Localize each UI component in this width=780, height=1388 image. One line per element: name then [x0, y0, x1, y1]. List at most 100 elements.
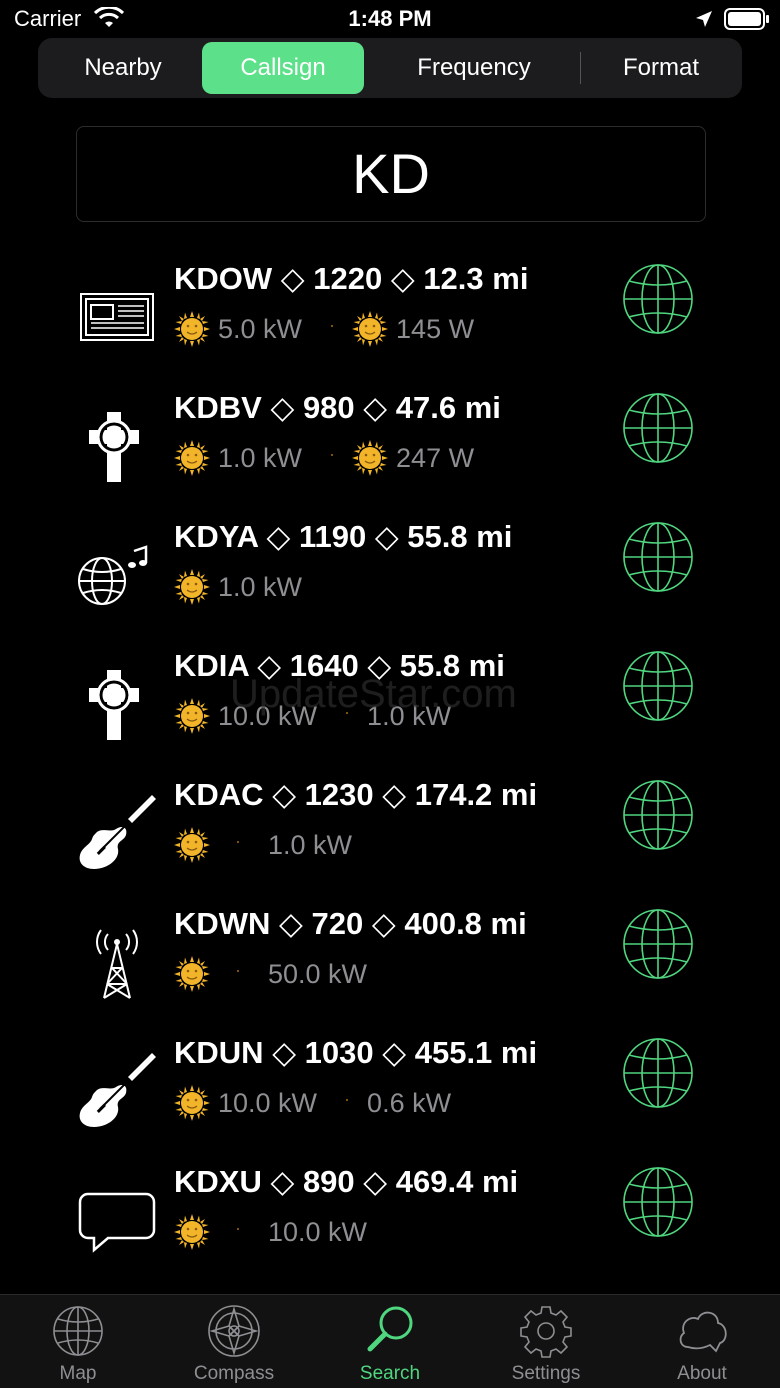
sun-icon — [174, 1085, 210, 1121]
clock: 1:48 PM — [348, 6, 432, 31]
magnifier-icon — [367, 1306, 413, 1352]
globe-icon[interactable] — [622, 1037, 694, 1109]
globe-icon[interactable] — [622, 392, 694, 464]
distance: 174.2 mi — [414, 777, 538, 812]
frequency: 720 — [311, 906, 364, 941]
power-info: 5.0 kW 145 W — [174, 311, 474, 347]
separator: ◇ — [363, 390, 388, 425]
separator: ◇ — [266, 519, 291, 554]
separator: ◇ — [382, 777, 407, 812]
separator: ◇ — [270, 1164, 295, 1199]
station-title: KDOW ◇ 1220 ◇ 12.3 mi — [174, 261, 528, 297]
night-power: 145 W — [396, 313, 475, 344]
segment-nearby[interactable]: Nearby — [44, 42, 202, 94]
night-power: 247 W — [396, 442, 475, 473]
station-row-kdwn[interactable]: KDWN ◇ 720 ◇ 400.8 mi 50.0 kW — [0, 900, 780, 1029]
tab-compass[interactable]: Compass — [156, 1295, 312, 1388]
tab-map[interactable]: Map — [0, 1295, 156, 1388]
station-title: KDAC ◇ 1230 ◇ 174.2 mi — [174, 777, 537, 813]
guitar-icon — [76, 793, 158, 875]
station-title: KDXU ◇ 890 ◇ 469.4 mi — [174, 1164, 518, 1200]
globe-icon — [53, 1306, 103, 1356]
tab-label: Compass — [193, 1363, 275, 1384]
tab-bar: Map Compass Search Settings About — [0, 1294, 780, 1388]
day-power: 1.0 kW — [218, 442, 303, 473]
power-info: 50.0 kW — [174, 956, 367, 992]
moon-icon — [316, 440, 344, 476]
separator: ◇ — [390, 261, 415, 296]
callsign: KDAC — [174, 777, 264, 812]
battery-icon — [724, 8, 769, 30]
tab-about[interactable]: About — [624, 1295, 780, 1388]
search-mode-segmented-control: Nearby Callsign Frequency Format — [38, 38, 742, 98]
status-bar: Carrier 1:48 PM — [0, 0, 780, 40]
station-row-kdac[interactable]: KDAC ◇ 1230 ◇ 174.2 mi 1.0 kW — [0, 771, 780, 900]
sun-icon — [174, 1214, 210, 1250]
guitar-icon — [76, 1051, 158, 1133]
sun-icon — [174, 311, 210, 347]
radio-tower-icon — [76, 922, 158, 1004]
tab-settings[interactable]: Settings — [468, 1295, 624, 1388]
globe-icon[interactable] — [622, 521, 694, 593]
segment-divider — [580, 52, 581, 84]
callsign: KDXU — [174, 1164, 262, 1199]
tab-label: About — [677, 1363, 727, 1384]
callsign: KDOW — [174, 261, 273, 296]
separator: ◇ — [272, 1035, 297, 1070]
station-row-kdxu[interactable]: KDXU ◇ 890 ◇ 469.4 mi 10.0 kW — [0, 1158, 780, 1287]
moon-icon — [222, 1214, 250, 1250]
day-night-power: 1.0 kW — [268, 829, 353, 860]
globe-icon[interactable] — [622, 1166, 694, 1238]
day-night-power: 50.0 kW — [268, 958, 368, 989]
power-info: 10.0 kW 0.6 kW — [174, 1085, 451, 1121]
segment-callsign[interactable]: Callsign — [202, 42, 364, 94]
day-power: 5.0 kW — [218, 313, 303, 344]
station-title: KDUN ◇ 1030 ◇ 455.1 mi — [174, 1035, 537, 1071]
separator: ◇ — [382, 1035, 407, 1070]
globe-icon[interactable] — [622, 263, 694, 335]
distance: 47.6 mi — [395, 390, 501, 425]
separator: ◇ — [279, 906, 303, 941]
moon-icon — [316, 311, 344, 347]
callsign-search-input[interactable]: KD — [76, 126, 706, 222]
station-row-kdun[interactable]: KDUN ◇ 1030 ◇ 455.1 mi 10.0 kW 0.6 kW — [0, 1029, 780, 1158]
sun-icon — [174, 569, 210, 605]
night-power: 0.6 kW — [367, 1087, 452, 1118]
callsign: KDBV — [174, 390, 262, 425]
frequency: 1030 — [304, 1035, 374, 1070]
globe-icon[interactable] — [622, 908, 694, 980]
segment-frequency[interactable]: Frequency — [378, 42, 570, 94]
segment-format[interactable]: Format — [584, 42, 738, 94]
frequency: 890 — [302, 1164, 355, 1199]
sun-icon — [352, 311, 388, 347]
globe-icon[interactable] — [622, 650, 694, 722]
separator: ◇ — [270, 390, 295, 425]
religious-cross-icon — [76, 664, 158, 746]
callsign: KDUN — [174, 1035, 264, 1070]
callsign: KDYA — [174, 519, 258, 554]
distance: 12.3 mi — [423, 261, 529, 296]
sun-icon — [174, 440, 210, 476]
talk-bubble-icon — [76, 1180, 158, 1262]
day-power: 1.0 kW — [218, 571, 303, 602]
distance: 55.8 mi — [407, 519, 513, 554]
globe-icon[interactable] — [622, 779, 694, 851]
frequency: 980 — [302, 390, 355, 425]
station-row-kdya[interactable]: KDYA ◇ 1190 ◇ 55.8 mi 1.0 kW — [0, 513, 780, 642]
watermark: UpdateStar.com — [230, 672, 517, 716]
separator: ◇ — [363, 1164, 388, 1199]
distance: 400.8 mi — [404, 906, 527, 941]
tab-label: Settings — [511, 1363, 581, 1384]
frequency: 1230 — [304, 777, 374, 812]
power-info: 1.0 kW — [174, 569, 302, 605]
tab-label: Search — [359, 1363, 421, 1384]
distance: 455.1 mi — [414, 1035, 538, 1070]
station-row-kdbv[interactable]: KDBV ◇ 980 ◇ 47.6 mi 1.0 kW 247 W — [0, 384, 780, 513]
tab-search[interactable]: Search — [312, 1295, 468, 1388]
sun-icon — [174, 956, 210, 992]
station-row-kdow[interactable]: KDOW ◇ 1220 ◇ 12.3 mi 5.0 kW 145 W — [0, 255, 780, 384]
cloud-icon — [679, 1311, 727, 1353]
station-title: KDWN ◇ 720 ◇ 400.8 mi — [174, 906, 527, 942]
religious-cross-icon — [76, 406, 158, 488]
frequency: 1220 — [313, 261, 383, 296]
